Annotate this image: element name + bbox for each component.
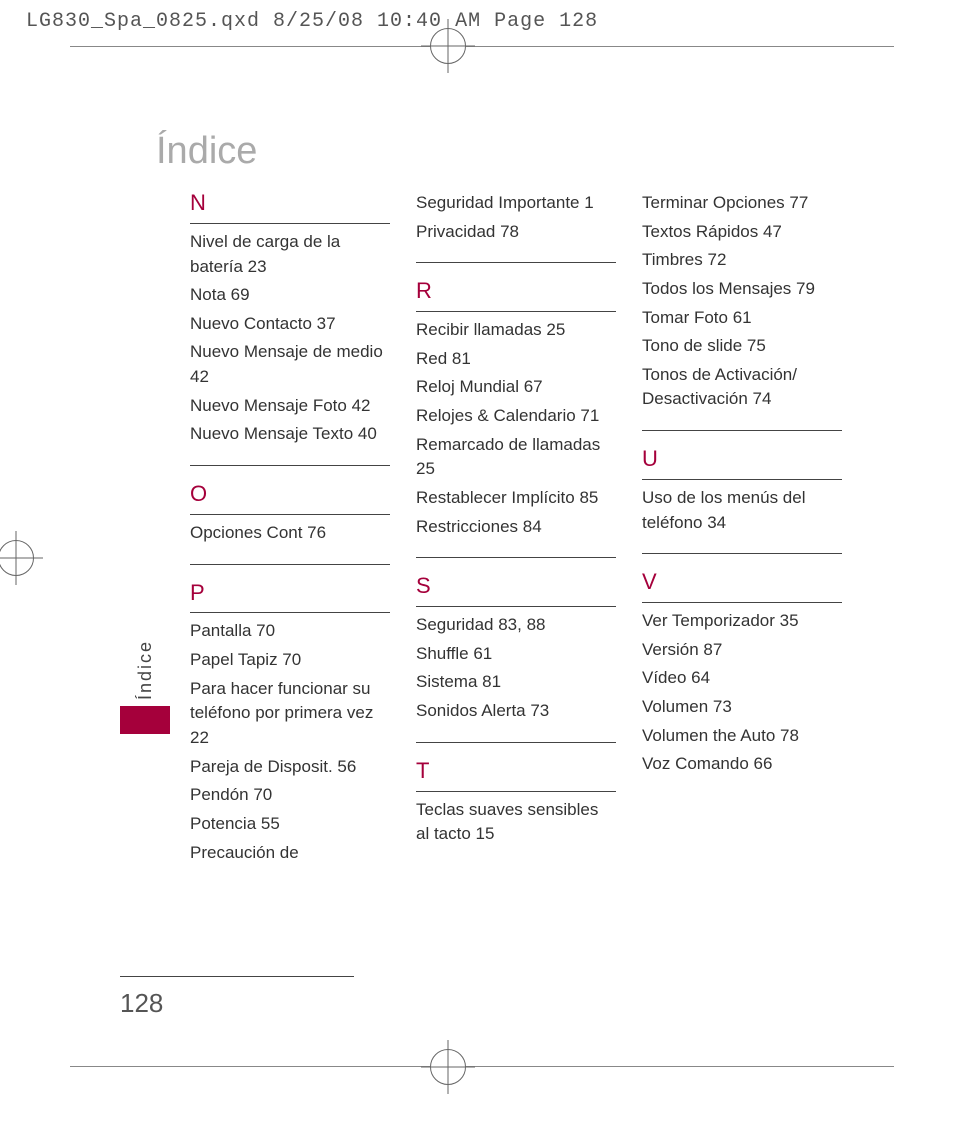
index-entry: Tonos de Activación/ Desactivación 74 bbox=[642, 363, 842, 412]
index-letter: S bbox=[416, 570, 616, 602]
crop-line-bottom bbox=[70, 1066, 894, 1067]
index-entry: Tono de slide 75 bbox=[642, 334, 842, 359]
index-entry: Restricciones 84 bbox=[416, 515, 616, 540]
index-letter: N bbox=[190, 187, 390, 219]
index-entry: Sonidos Alerta 73 bbox=[416, 699, 616, 724]
index-entry: Nivel de carga de la batería 23 bbox=[190, 230, 390, 279]
crop-line-top bbox=[70, 46, 894, 47]
print-slug: LG830_Spa_0825.qxd 8/25/08 10:40 AM Page… bbox=[0, 0, 954, 33]
registration-mark-icon bbox=[430, 28, 466, 64]
registration-mark-icon bbox=[430, 1049, 466, 1085]
index-entry: Potencia 55 bbox=[190, 812, 390, 837]
side-tab-bar bbox=[120, 706, 170, 734]
index-entry: Nuevo Mensaje Foto 42 bbox=[190, 394, 390, 419]
side-tab-label: Índice bbox=[135, 640, 156, 700]
index-column: Seguridad Importante 1 Privacidad 78 R Reci… bbox=[416, 187, 616, 869]
page-title: Índice bbox=[156, 130, 864, 173]
index-entry: Privacidad 78 bbox=[416, 220, 616, 245]
index-entry: Seguridad 83, 88 bbox=[416, 613, 616, 638]
footer-rule bbox=[120, 976, 354, 977]
section-divider bbox=[642, 553, 842, 554]
index-entry: Pareja de Disposit. 56 bbox=[190, 755, 390, 780]
section-divider bbox=[190, 223, 390, 224]
index-entry: Vídeo 64 bbox=[642, 666, 842, 691]
index-entry: Nuevo Mensaje de medio 42 bbox=[190, 340, 390, 389]
index-entry: Shuffle 61 bbox=[416, 642, 616, 667]
section-divider bbox=[416, 262, 616, 263]
section-divider bbox=[416, 557, 616, 558]
section-divider bbox=[416, 311, 616, 312]
index-letter: V bbox=[642, 566, 842, 598]
index-letter: P bbox=[190, 577, 390, 609]
index-entry: Reloj Mundial 67 bbox=[416, 375, 616, 400]
index-entry: Textos Rápidos 47 bbox=[642, 220, 842, 245]
index-entry: Timbres 72 bbox=[642, 248, 842, 273]
index-entry: Restablecer Implícito 85 bbox=[416, 486, 616, 511]
section-divider bbox=[416, 791, 616, 792]
index-entry: Versión 87 bbox=[642, 638, 842, 663]
index-entry: Recibir llamadas 25 bbox=[416, 318, 616, 343]
index-entry: Sistema 81 bbox=[416, 670, 616, 695]
index-entry: Volumen 73 bbox=[642, 695, 842, 720]
index-entry: Remarcado de llamadas 25 bbox=[416, 433, 616, 482]
index-entry: Para hacer funcionar su teléfono por pri… bbox=[190, 677, 390, 751]
section-divider bbox=[642, 430, 842, 431]
index-entry: Teclas suaves sensibles al tacto 15 bbox=[416, 798, 616, 847]
index-entry: Terminar Opciones 77 bbox=[642, 191, 842, 216]
section-divider bbox=[190, 514, 390, 515]
index-entry: Pendón 70 bbox=[190, 783, 390, 808]
index-column: N Nivel de carga de la batería 23 Nota 69 N… bbox=[190, 187, 390, 869]
index-letter: R bbox=[416, 275, 616, 307]
index-entry: Todos los Mensajes 79 bbox=[642, 277, 842, 302]
section-divider bbox=[190, 612, 390, 613]
index-letter: U bbox=[642, 443, 842, 475]
index-entry: Nuevo Contacto 37 bbox=[190, 312, 390, 337]
index-entry: Red 81 bbox=[416, 347, 616, 372]
section-divider bbox=[642, 602, 842, 603]
index-entry: Volumen the Auto 78 bbox=[642, 724, 842, 749]
section-divider bbox=[416, 742, 616, 743]
page-content: Índice NNivel de carga de la batería 23N… bbox=[120, 100, 864, 1023]
index-entry: Tomar Foto 61 bbox=[642, 306, 842, 331]
index-entry: Papel Tapiz 70 bbox=[190, 648, 390, 673]
index-entry: Ver Temporizador 35 bbox=[642, 609, 842, 634]
section-divider bbox=[190, 465, 390, 466]
index-letter: O bbox=[190, 478, 390, 510]
index-letter: T bbox=[416, 755, 616, 787]
page-number: 128 bbox=[120, 988, 163, 1019]
index-entry: Nuevo Mensaje Texto 40 bbox=[190, 422, 390, 447]
index-entry: Relojes & Calendario 71 bbox=[416, 404, 616, 429]
index-entry: Seguridad Importante 1 bbox=[416, 191, 616, 216]
index-column: Terminar Opciones 77 Textos Rápidos 47 Tim… bbox=[642, 187, 842, 869]
index-entry: Voz Comando 66 bbox=[642, 752, 842, 777]
index-entry: Pantalla 70 bbox=[190, 619, 390, 644]
index-entry: Opciones Cont 76 bbox=[190, 521, 390, 546]
section-divider bbox=[190, 564, 390, 565]
index-entry: Precaución de bbox=[190, 841, 390, 866]
registration-mark-icon bbox=[0, 540, 34, 576]
index-columns: N Nivel de carga de la batería 23 Nota 69 N… bbox=[190, 187, 864, 869]
index-entry: Nota 69 bbox=[190, 283, 390, 308]
section-divider bbox=[416, 606, 616, 607]
index-entry: Uso de los menús del teléfono 34 bbox=[642, 486, 842, 535]
section-divider bbox=[642, 479, 842, 480]
side-tab: Índice bbox=[120, 640, 170, 734]
